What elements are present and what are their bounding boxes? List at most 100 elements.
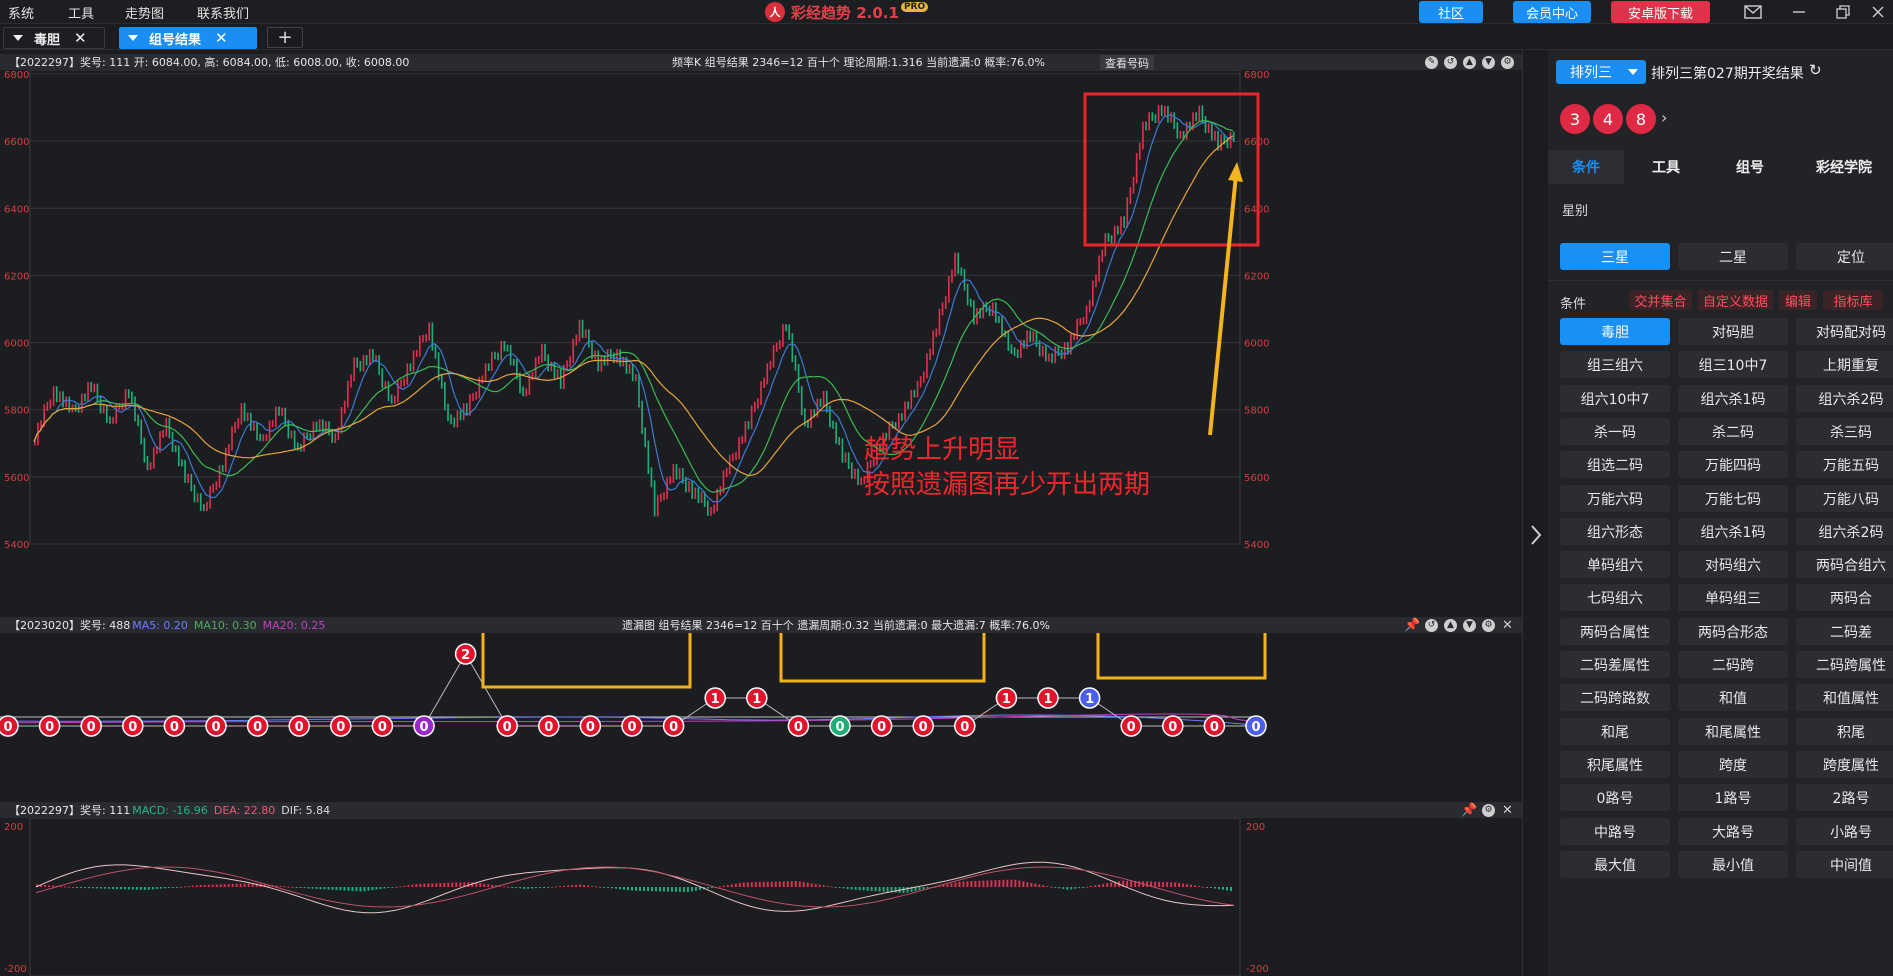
undo-icon[interactable]: ↺ [1425, 618, 1438, 632]
view-numbers-button[interactable]: 查看号码 [1100, 55, 1154, 70]
condition-button[interactable]: 最大值 [1560, 851, 1670, 878]
mail-icon[interactable] [1738, 0, 1768, 24]
macd-chart[interactable]: 200 200 -200 -200 [0, 818, 1522, 976]
condition-button[interactable]: 2路号 [1796, 784, 1893, 811]
condition-button[interactable]: 万能八码 [1796, 485, 1893, 512]
condition-button[interactable]: 组六杀2码 [1796, 385, 1893, 412]
condition-button[interactable]: 万能五码 [1796, 451, 1893, 478]
restore-icon[interactable] [1828, 0, 1858, 24]
settings-icon[interactable]: ⚙ [1501, 55, 1514, 69]
close-icon[interactable]: ✕ [74, 29, 87, 47]
condition-button[interactable]: 和值属性 [1796, 684, 1893, 711]
condition-button[interactable]: 和尾属性 [1678, 718, 1788, 745]
kline-chart[interactable]: 6800 68006600 66006400 64006200 62006000 6000… [0, 70, 1522, 610]
condition-button[interactable]: 两码合属性 [1560, 618, 1670, 645]
edit-icon[interactable]: ✎ [1425, 55, 1438, 69]
edit-tag[interactable]: 编辑 [1779, 290, 1817, 310]
condition-button[interactable]: 跨度 [1678, 751, 1788, 778]
tab-tools[interactable]: 工具 [1634, 150, 1698, 184]
settings-icon[interactable]: ⚙ [1482, 618, 1495, 632]
condition-button[interactable]: 组六杀1码 [1678, 518, 1788, 545]
condition-button[interactable]: 跨度属性 [1796, 751, 1893, 778]
condition-button[interactable]: 二码差属性 [1560, 651, 1670, 678]
chevron-right-icon[interactable] [1523, 520, 1549, 550]
condition-button[interactable]: 杀一码 [1560, 418, 1670, 445]
menu-tools[interactable]: 工具 [68, 3, 94, 22]
condition-button[interactable]: 单码组三 [1678, 584, 1788, 611]
condition-button[interactable]: 小路号 [1796, 818, 1893, 845]
condition-button[interactable]: 对码胆 [1678, 318, 1788, 345]
star-two-button[interactable]: 二星 [1678, 243, 1788, 270]
condition-button[interactable]: 最小值 [1678, 851, 1788, 878]
android-download-button[interactable]: 安卓版下载 [1611, 1, 1710, 23]
condition-button[interactable]: 二码跨 [1678, 651, 1788, 678]
condition-button[interactable]: 万能四码 [1678, 451, 1788, 478]
refresh-icon[interactable]: ↻ [1809, 61, 1822, 79]
condition-button[interactable]: 积尾 [1796, 718, 1893, 745]
tab-academy[interactable]: 彩经学院 [1802, 150, 1886, 184]
condition-button[interactable]: 组六杀1码 [1678, 385, 1788, 412]
condition-button[interactable]: 二码跨路数 [1560, 684, 1670, 711]
condition-button[interactable]: 组三组六 [1560, 351, 1670, 378]
condition-button[interactable]: 七码组六 [1560, 584, 1670, 611]
condition-button[interactable]: 两码合组六 [1796, 551, 1893, 578]
condition-button[interactable]: 上期重复 [1796, 351, 1893, 378]
condition-button[interactable]: 中路号 [1560, 818, 1670, 845]
condition-button[interactable]: 组六杀2码 [1796, 518, 1893, 545]
pin-icon[interactable]: 📌 [1461, 803, 1477, 818]
minimize-icon[interactable] [1784, 0, 1814, 24]
condition-button[interactable]: 二码差 [1796, 618, 1893, 645]
menu-contact[interactable]: 联系我们 [197, 3, 249, 22]
indicator-library-tag[interactable]: 指标库 [1823, 290, 1883, 310]
condition-button[interactable]: 积尾属性 [1560, 751, 1670, 778]
condition-button[interactable]: 大路号 [1678, 818, 1788, 845]
condition-button[interactable]: 杀三码 [1796, 418, 1893, 445]
add-tab-button[interactable]: + [267, 27, 303, 48]
condition-button[interactable]: 对码组六 [1678, 551, 1788, 578]
condition-button[interactable]: 和值 [1678, 684, 1788, 711]
condition-button[interactable]: 和尾 [1560, 718, 1670, 745]
condition-button[interactable]: 中间值 [1796, 851, 1893, 878]
custom-data-tag[interactable]: 自定义数据 [1698, 290, 1773, 310]
community-button[interactable]: 社区 [1419, 1, 1483, 23]
close-window-icon[interactable] [1863, 0, 1893, 24]
panel-splitter[interactable] [1522, 50, 1548, 976]
pin-icon[interactable]: 📌 [1404, 618, 1420, 633]
condition-button[interactable]: 两码合 [1796, 584, 1893, 611]
lottery-dropdown[interactable]: 排列三 [1556, 60, 1646, 84]
condition-button[interactable]: 1路号 [1678, 784, 1788, 811]
tab-groups[interactable]: 组号 [1718, 150, 1782, 184]
undo-icon[interactable]: ↺ [1444, 55, 1457, 69]
condition-button[interactable]: 毒胆 [1560, 318, 1670, 345]
condition-button[interactable]: 万能七码 [1678, 485, 1788, 512]
close-icon[interactable]: ✕ [1501, 803, 1514, 818]
settings-icon[interactable]: ⚙ [1482, 803, 1495, 817]
star-position-button[interactable]: 定位 [1796, 243, 1893, 270]
condition-button[interactable]: 二码跨属性 [1796, 651, 1893, 678]
member-center-button[interactable]: 会员中心 [1513, 1, 1591, 23]
close-icon[interactable]: ✕ [1501, 618, 1514, 633]
condition-button[interactable]: 组三10中7 [1678, 351, 1788, 378]
condition-button[interactable]: 组六10中7 [1560, 385, 1670, 412]
condition-button[interactable]: 0路号 [1560, 784, 1670, 811]
star-three-button[interactable]: 三星 [1560, 243, 1670, 270]
condition-button[interactable]: 杀二码 [1678, 418, 1788, 445]
condition-button[interactable]: 对码配对码 [1796, 318, 1893, 345]
up-icon[interactable]: ▲ [1463, 55, 1476, 69]
omission-chart[interactable]: 0 0 0 0 0 0 0 0 0 0 0 2 0 0 0 0 0 1 1 0 0 0 0 0 1 1 1 0 0 0 0 [0, 633, 1522, 798]
tab-dudan[interactable]: 毒胆 ✕ [3, 27, 105, 49]
up-icon[interactable]: ▲ [1444, 618, 1457, 632]
tab-conditions[interactable]: 条件 [1548, 150, 1624, 184]
menu-trend[interactable]: 走势图 [125, 3, 164, 22]
condition-button[interactable]: 两码合形态 [1678, 618, 1788, 645]
intersection-tag[interactable]: 交并集合 [1629, 290, 1692, 310]
tab-group-result[interactable]: 组号结果 ✕ [119, 27, 257, 49]
condition-button[interactable]: 组六形态 [1560, 518, 1670, 545]
chevron-right-icon[interactable]: › [1661, 108, 1667, 127]
condition-button[interactable]: 组选二码 [1560, 451, 1670, 478]
down-icon[interactable]: ▼ [1482, 55, 1495, 69]
menu-system[interactable]: 系统 [8, 3, 34, 22]
down-icon[interactable]: ▼ [1463, 618, 1476, 632]
condition-button[interactable]: 万能六码 [1560, 485, 1670, 512]
close-icon[interactable]: ✕ [215, 29, 228, 47]
